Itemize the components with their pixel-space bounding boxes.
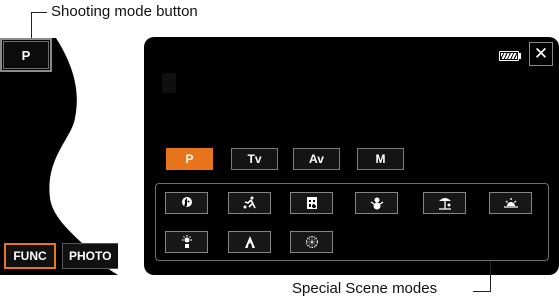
portrait-icon: [181, 197, 192, 207]
fireworks-icon: [244, 236, 255, 248]
func-button[interactable]: FUNC: [4, 243, 56, 269]
scene-spotlight-button[interactable]: [290, 231, 333, 253]
scene-beach-button[interactable]: [423, 192, 466, 214]
mode-button-tv[interactable]: Tv: [231, 148, 278, 170]
shooting-mode-callout: Shooting mode button: [51, 3, 198, 20]
photo-button[interactable]: PHOTO: [62, 243, 118, 269]
scene-snow-button[interactable]: [355, 192, 398, 214]
battery-level: [501, 53, 517, 59]
snow-icon: [370, 197, 383, 210]
close-button[interactable]: ✕: [529, 42, 553, 66]
scene-night-button[interactable]: [290, 192, 333, 214]
callout-line-vertical: [31, 12, 32, 39]
sunset-icon: [503, 198, 518, 208]
night-scene-icon: [306, 197, 317, 209]
shooting-mode-button[interactable]: P: [3, 41, 49, 69]
panel-curve-shape: [49, 38, 118, 275]
beach-icon: [438, 198, 451, 210]
dim-indicator: [162, 73, 176, 93]
callout-line-scene-vertical: [490, 261, 491, 292]
callout-line-horizontal: [31, 12, 47, 13]
shooting-mode-screen: ✕ P Tv Av M: [144, 37, 559, 275]
special-scene-callout: Special Scene modes: [292, 280, 438, 297]
scene-sunset-button[interactable]: [489, 192, 532, 214]
battery-terminal: [519, 53, 521, 59]
mode-button-av[interactable]: Av: [293, 148, 340, 170]
callout-line-scene-horizontal: [473, 291, 491, 292]
scene-fireworks-button[interactable]: [228, 231, 271, 253]
mode-button-p[interactable]: P: [166, 148, 213, 170]
spotlight-icon: [305, 236, 318, 248]
close-icon: ✕: [533, 44, 549, 63]
battery-icon: [499, 51, 519, 61]
sports-icon: [243, 196, 256, 209]
low-light-icon: [181, 235, 192, 248]
scene-sports-button[interactable]: [228, 192, 271, 214]
left-camera-panel: P FUNC PHOTO: [0, 38, 118, 275]
mode-button-m[interactable]: M: [357, 148, 404, 170]
scene-low-light-button[interactable]: [165, 231, 208, 253]
scene-portrait-button[interactable]: [165, 192, 208, 214]
